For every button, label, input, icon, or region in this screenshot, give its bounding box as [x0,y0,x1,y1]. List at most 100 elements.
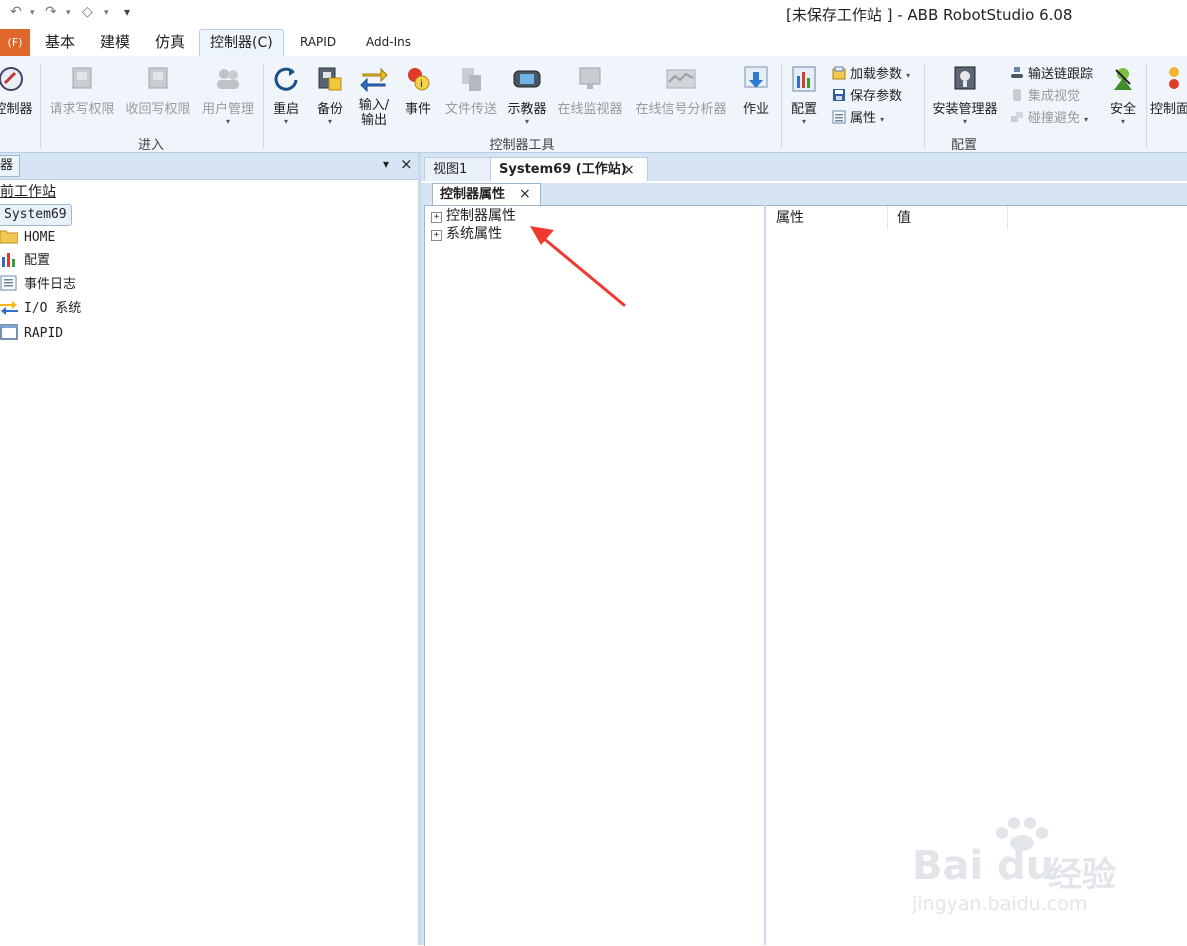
tree-node-label: 控制器属性 [446,208,516,224]
properties-icon [832,110,846,124]
backup-button[interactable]: 备份 ▾ [312,64,348,126]
event-log-icon [0,275,17,291]
file-transfer-icon [462,68,481,91]
close-icon[interactable]: × [519,184,531,205]
tab-view1[interactable]: 视图1 [424,157,498,182]
controller-panel-button[interactable]: 控制面 [1150,64,1187,117]
collision-icon [1011,112,1023,122]
properties-label: 属性 [850,111,877,126]
system-node[interactable]: System69 [0,204,72,226]
customize-quick-access-button[interactable]: ▾ [124,5,130,19]
tag-dropdown-icon[interactable]: ▾ [104,8,109,18]
pane-splitter[interactable] [764,205,766,945]
collision-avoidance-label: 碰撞避免 [1028,111,1081,126]
tab-system69-station[interactable]: System69 (工作站) × [490,157,648,182]
controller-browser-tab[interactable]: 器 [0,155,21,177]
tab-controller-properties[interactable]: 控制器属性 × [432,183,541,205]
chevron-down-icon: ▾ [906,71,911,80]
properties-button[interactable]: 属性 ▾ [832,109,884,129]
panel-dropdown-icon[interactable]: ▾ [383,157,389,171]
tree-node-system-properties[interactable]: + 系统属性 [431,225,502,243]
tab-modeling[interactable]: 建模 [100,28,130,56]
io-button[interactable]: 输入/ 输出 [354,64,394,128]
tab-basic[interactable]: 基本 [45,28,75,56]
chevron-down-icon: ▾ [1084,115,1089,124]
red-arrow-annotation [530,226,626,307]
online-monitor-icon [579,67,601,89]
tab-add-ins[interactable]: Add-Ins [366,28,411,56]
close-icon[interactable]: × [623,158,635,182]
tag-icon[interactable]: ◇ [82,4,93,20]
separator [1146,64,1147,148]
user-management-button[interactable]: 用户管理 ▾ [198,64,258,126]
group-label-access: 进入 [137,138,164,153]
save-params-button[interactable]: 保存参数 [832,87,902,107]
request-write-button[interactable]: 请求写权限 [46,64,118,117]
ribbon-tab-row: (F) 基本 建模 仿真 控制器(C) RAPID Add-Ins [0,28,1187,58]
tab-simulation[interactable]: 仿真 [155,28,185,56]
station-node[interactable]: 前工作站 [0,181,56,203]
chevron-down-icon: ▾ [283,117,288,126]
column-header-value[interactable]: 值 [887,206,1008,230]
restart-label: 重启 [272,102,299,117]
io-label-line2: 输出 [360,113,387,128]
signal-analyzer-button[interactable]: 在线信号分析器 [630,64,732,117]
collision-avoidance-button[interactable]: 碰撞避免 ▾ [1010,109,1088,129]
chevron-down-icon: ▾ [225,117,230,126]
tasks-button[interactable]: 作业 [738,64,774,117]
chevron-down-icon: ▾ [801,117,806,126]
io-arrows-icon [0,301,18,315]
conveyor-tracking-button[interactable]: 输送链跟踪 [1010,65,1093,85]
tree-item-label: HOME [24,230,56,245]
tree-item-configuration[interactable]: 配置 [0,250,50,272]
tab-system69-label: System69 (工作站) [499,162,627,177]
undo-dropdown-icon[interactable]: ▾ [30,8,35,18]
redo-dropdown-icon[interactable]: ▾ [66,8,71,18]
configuration-label: 配置 [790,102,817,117]
request-write-label: 请求写权限 [49,102,115,117]
tab-controller[interactable]: 控制器(C) [199,29,284,58]
configuration-icon [792,66,816,92]
tree-node-label: 系统属性 [446,226,502,242]
folder-icon [0,230,18,244]
flexpendant-button[interactable]: 示教器 ▾ [504,64,550,126]
install-manager-label: 安装管理器 [932,102,998,117]
expand-icon[interactable]: + [431,230,442,241]
title-bar: ↶ ▾ ↷ ▾ ◇ ▾ ▾ [未保存工作站 ] - ABB RobotStudi… [0,0,1187,28]
signal-analyzer-label: 在线信号分析器 [635,102,727,117]
integrated-vision-button[interactable]: 集成视觉 [1010,87,1080,107]
window-title: [未保存工作站 ] - ABB RobotStudio 6.08 [786,6,1073,24]
user-management-label: 用户管理 [201,102,254,117]
close-icon[interactable]: × [400,155,413,173]
load-params-label: 加载参数 [850,67,903,82]
release-write-button[interactable]: 收回写权限 [122,64,194,117]
tree-item-home[interactable]: HOME [0,227,55,249]
safety-button[interactable]: 安全 ▾ [1106,64,1140,126]
column-header-property[interactable]: 属性 [766,206,888,230]
svg-text:i: i [420,79,423,90]
chevron-down-icon: ▾ [880,115,885,124]
file-transfer-label: 文件传送 [444,102,497,117]
expand-icon[interactable]: + [431,212,442,223]
tab-file[interactable]: (F) [0,29,30,56]
controller-label: 控制器 [0,102,33,117]
io-arrows-icon [360,67,388,93]
watermark-brand: Bai du [912,843,1055,889]
events-button[interactable]: i 事件 [402,64,434,117]
tree-node-controller-properties[interactable]: + 控制器属性 [431,207,516,225]
undo-button[interactable]: ↶ [10,4,22,20]
tree-item-io-system[interactable]: I/O 系统 [0,298,81,320]
restart-button[interactable]: 重启 ▾ [268,64,304,126]
install-manager-button[interactable]: 安装管理器 ▾ [929,64,1001,126]
redo-button[interactable]: ↷ [45,4,57,20]
save-params-icon [833,89,845,101]
file-transfer-button[interactable]: 文件传送 [442,64,500,117]
load-params-button[interactable]: 加载参数 ▾ [832,65,910,85]
configuration-button[interactable]: 配置 ▾ [786,64,822,126]
camera-icon [1013,89,1021,101]
controller-button[interactable]: 控制器 [0,64,36,117]
online-monitor-button[interactable]: 在线监视器 [554,64,626,117]
tree-item-event-log[interactable]: 事件日志 [0,274,76,296]
tab-rapid[interactable]: RAPID [300,28,336,56]
tree-item-rapid[interactable]: RAPID [0,323,63,345]
